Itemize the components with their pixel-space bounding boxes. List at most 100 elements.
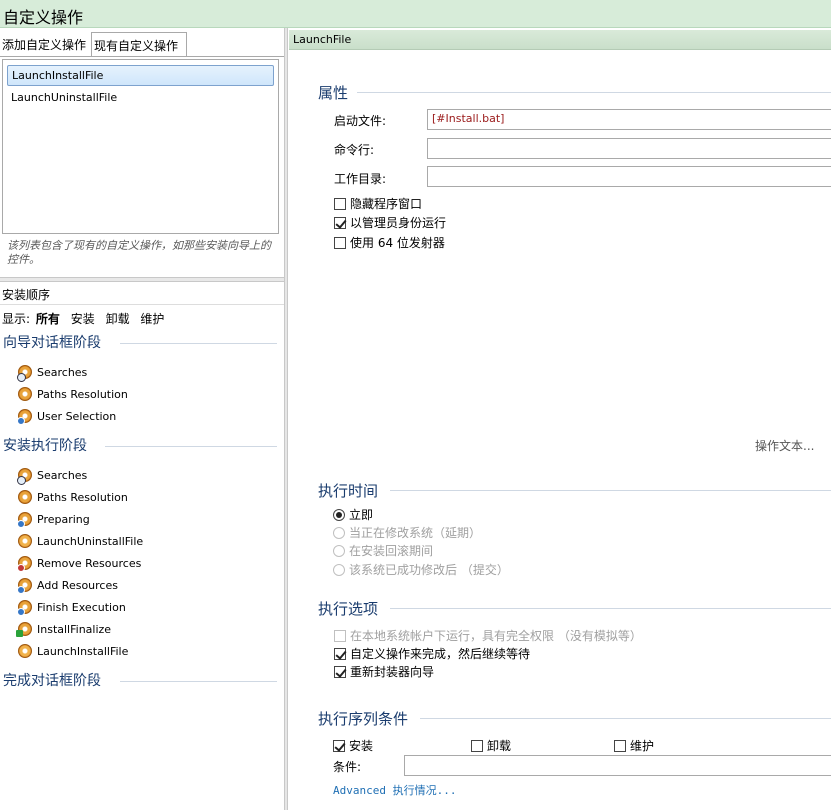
condition-field[interactable]	[404, 755, 831, 776]
radio-rollback[interactable]: 在安装回滚期间	[333, 542, 433, 559]
checkbox-box	[334, 629, 346, 642]
search-gear-icon	[17, 365, 32, 382]
section-exec-options: 执行选项	[318, 600, 379, 618]
checkbox-box	[333, 739, 345, 752]
section-divider	[390, 490, 831, 491]
radio-dot	[333, 544, 345, 557]
sequence-step[interactable]: Paths Resolution	[18, 385, 128, 403]
sequence-step[interactable]: Preparing	[17, 510, 90, 528]
checkbox-box	[334, 216, 346, 229]
command-line-label: 命令行:	[334, 143, 375, 157]
checkbox-label: 使用 64 位发射器	[350, 236, 445, 250]
finalize-gear-icon	[16, 622, 32, 637]
radio-label: 该系统已成功修改后 （提交）	[349, 563, 509, 577]
checkbox-box	[614, 739, 626, 752]
window-title: 自定义操作	[3, 8, 84, 27]
list-item[interactable]: LaunchInstallFile	[7, 65, 274, 86]
filter-install[interactable]: 安装	[71, 312, 95, 326]
repackager-wizard-checkbox[interactable]: 重新封装器向导	[334, 663, 434, 680]
sequence-step[interactable]: Paths Resolution	[18, 488, 128, 506]
section-exec-time: 执行时间	[318, 482, 379, 500]
filter-all[interactable]: 所有	[36, 312, 60, 326]
command-line-field[interactable]	[427, 138, 831, 159]
tab-strip-divider	[0, 56, 286, 57]
step-label: Paths Resolution	[37, 490, 128, 504]
filter-maintenance[interactable]: 维护	[140, 312, 164, 326]
checkbox-label: 以管理员身份运行	[350, 216, 447, 230]
step-label: Searches	[37, 468, 88, 482]
sequence-step[interactable]: Searches	[17, 466, 88, 485]
gear-icon	[18, 387, 32, 401]
sequence-step[interactable]: Finish Execution	[17, 598, 126, 616]
step-label: Preparing	[37, 512, 90, 526]
checkbox-label: 卸载	[487, 739, 512, 753]
action-text-link[interactable]: 操作文本...	[755, 437, 814, 454]
hide-window-checkbox[interactable]: 隐藏程序窗口	[334, 195, 422, 212]
section-divider	[357, 92, 831, 93]
checkbox-label: 隐藏程序窗口	[350, 197, 423, 211]
step-label: LaunchInstallFile	[37, 644, 129, 658]
step-label: User Selection	[37, 409, 117, 423]
condition-install-checkbox[interactable]: 安装	[333, 737, 373, 754]
list-item[interactable]: LaunchUninstallFile	[7, 88, 274, 109]
checkbox-box	[471, 739, 483, 752]
tab-add-custom-action[interactable]: 添加自定义操作	[0, 32, 90, 56]
step-label: Remove Resources	[37, 556, 142, 570]
advanced-execution-link[interactable]: Advanced 执行情况...	[333, 782, 456, 798]
tab-existing-custom-action[interactable]: 现有自定义操作	[91, 32, 187, 57]
sequence-step[interactable]: LaunchInstallFile	[18, 642, 128, 660]
sequence-step[interactable]: InstallFinalize	[16, 620, 112, 638]
run-as-system-checkbox[interactable]: 在本地系统帐户下运行，具有完全权限 （没有模拟等）	[334, 627, 642, 644]
wait-for-completion-checkbox[interactable]: 自定义操作来完成，然后继续等待	[334, 645, 530, 662]
sequence-step[interactable]: Searches	[17, 363, 87, 382]
custom-action-list[interactable]: LaunchInstallFile LaunchUninstallFile	[2, 59, 279, 234]
condition-uninstall-checkbox[interactable]: 卸载	[471, 737, 511, 754]
custom-action-gear-icon	[18, 534, 32, 548]
user-gear-icon	[17, 409, 32, 425]
checkbox-label: 自定义操作来完成，然后继续等待	[350, 647, 531, 661]
gear-icon	[17, 600, 32, 616]
phase-wizard-dialogs: 向导对话框阶段	[3, 335, 101, 351]
condition-maintenance-checkbox[interactable]: 维护	[614, 737, 654, 754]
sequence-step[interactable]: Add Resources	[17, 576, 118, 594]
use-64bit-launcher-checkbox[interactable]: 使用 64 位发射器	[334, 234, 445, 251]
radio-label: 在安装回滚期间	[349, 544, 434, 558]
checkbox-box	[334, 236, 346, 249]
step-label: Add Resources	[37, 578, 118, 592]
gear-icon	[18, 490, 32, 504]
window-titlebar: 自定义操作	[0, 0, 831, 28]
condition-label: 条件:	[333, 760, 362, 774]
display-label: 显示:	[2, 312, 31, 326]
sequence-step[interactable]: LaunchUninstallFile	[18, 532, 143, 550]
horizontal-splitter[interactable]	[0, 277, 286, 282]
radio-commit[interactable]: 该系统已成功修改后 （提交）	[333, 561, 509, 578]
vertical-splitter[interactable]	[284, 28, 288, 810]
working-dir-field[interactable]	[427, 166, 831, 187]
step-label: LaunchUninstallFile	[37, 534, 144, 548]
checkbox-label: 维护	[630, 739, 655, 753]
phase-divider	[105, 446, 277, 447]
step-label: Paths Resolution	[37, 387, 128, 401]
checkbox-label: 重新封装器向导	[350, 665, 435, 679]
radio-deferred[interactable]: 当正在修改系统（延期）	[333, 524, 481, 541]
checkbox-box	[334, 197, 346, 210]
step-label: InstallFinalize	[37, 622, 112, 636]
sequence-step[interactable]: Remove Resources	[17, 554, 142, 572]
radio-label: 当正在修改系统（延期）	[349, 526, 482, 540]
filter-uninstall[interactable]: 卸载	[106, 312, 130, 326]
working-dir-label: 工作目录:	[334, 172, 387, 186]
list-hint-text: 该列表包含了现有的自定义操作，如那些安装向导上的控件。	[7, 239, 271, 266]
run-as-admin-checkbox[interactable]: 以管理员身份运行	[334, 214, 446, 231]
launch-file-field[interactable]: [#Install.bat]	[427, 109, 831, 130]
launch-file-label: 启动文件:	[334, 114, 387, 128]
radio-dot	[333, 526, 345, 539]
phase-divider	[120, 681, 277, 682]
sequence-step[interactable]: User Selection	[17, 407, 117, 425]
gear-icon	[17, 512, 32, 528]
phase-divider	[120, 343, 277, 344]
section-divider	[390, 608, 831, 609]
radio-dot	[333, 508, 345, 521]
panel-header: LaunchFile	[289, 30, 831, 50]
radio-immediate[interactable]: 立即	[333, 506, 373, 523]
phase-install-execution: 安装执行阶段	[3, 438, 87, 454]
